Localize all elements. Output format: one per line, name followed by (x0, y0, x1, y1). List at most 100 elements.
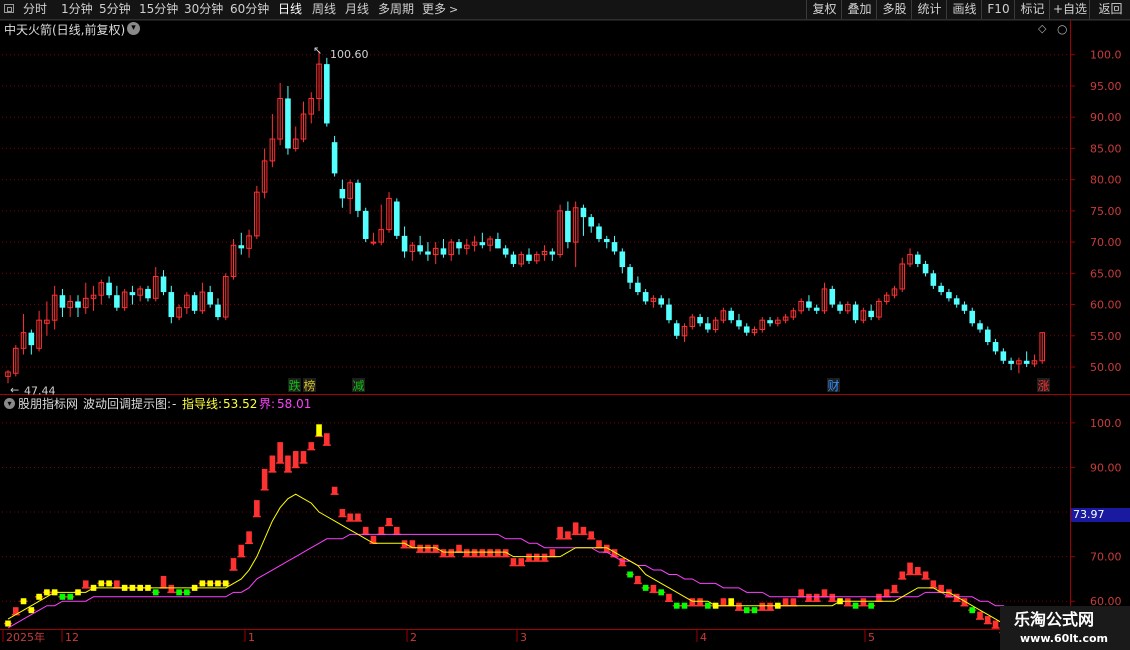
osc-bar (20, 598, 27, 605)
candle-body (324, 64, 330, 124)
osc-bar (922, 571, 929, 579)
osc-bar (907, 562, 913, 575)
osc-bar (152, 589, 159, 596)
candle-body (642, 292, 649, 302)
candle-body (417, 245, 423, 252)
osc-bar (425, 544, 431, 553)
osc-bar (518, 558, 525, 566)
osc-bar (821, 589, 828, 597)
osc-bar (899, 571, 906, 579)
guide-line (7, 493, 1012, 629)
osc-bar (984, 616, 991, 624)
osc-bar (782, 598, 789, 606)
date-axis-label: 2025年 (6, 630, 45, 644)
candle-body (930, 273, 937, 286)
osc-bar (681, 602, 688, 609)
osc-bar (28, 607, 35, 614)
candle-body (370, 241, 377, 244)
candle-body (191, 295, 198, 311)
candle-body (837, 304, 843, 311)
event-marker: 涨 (1037, 378, 1049, 393)
osc-bar (572, 522, 579, 535)
event-marker: 榜 (303, 378, 315, 393)
osc-bar (557, 526, 563, 539)
osc-bar (813, 593, 820, 602)
osc-axis-label: 90.00 (1090, 461, 1122, 474)
osc-bar (977, 611, 983, 620)
candle-body (59, 295, 66, 308)
watermark-url: www.60lt.com (1020, 632, 1109, 645)
candle-body (549, 251, 556, 255)
osc-bar (580, 526, 587, 535)
price-axis-label: 90.00 (1090, 111, 1122, 124)
candle-body (456, 242, 462, 249)
candle-body (813, 307, 820, 311)
osc-bar (36, 593, 42, 600)
candle-body (697, 317, 703, 324)
osc-axis-label: 70.00 (1090, 551, 1122, 564)
osc-bar (347, 513, 353, 521)
candle-body (355, 182, 361, 211)
osc-bar (627, 571, 633, 578)
osc-bar (246, 531, 252, 544)
candle-body (565, 210, 571, 243)
candle-body (868, 310, 874, 318)
osc-bar (215, 580, 221, 587)
osc-bar (176, 589, 182, 596)
osc-bar (308, 442, 315, 450)
osc-bar (160, 575, 167, 588)
candle-body (736, 320, 742, 327)
osc-bar (596, 540, 602, 548)
candle-body (953, 298, 960, 305)
candle-body (946, 292, 952, 299)
watermark: 乐淘公式网 www.60lt.com (1000, 606, 1130, 650)
osc-bar (673, 602, 680, 609)
candle-body (938, 285, 944, 293)
osc-bar (277, 442, 283, 463)
date-axis-label: 1 (248, 631, 255, 644)
candle-body (806, 301, 812, 308)
candle-body (285, 98, 291, 149)
candle-body (479, 242, 486, 246)
price-axis-label: 80.00 (1090, 174, 1122, 187)
date-axis-label: 5 (868, 631, 875, 644)
osc-bar (285, 455, 291, 472)
candle-body (961, 304, 968, 311)
current-value-text: 73.97 (1073, 508, 1105, 521)
current-value-marker: 73.97 (1071, 508, 1130, 522)
candle-body (619, 251, 626, 268)
osc-bar (331, 486, 338, 495)
osc-bar (526, 553, 532, 562)
osc-bar (728, 598, 734, 606)
osc-bar (168, 584, 175, 593)
osc-bar (720, 598, 727, 606)
price-axis-label: 75.00 (1090, 205, 1122, 218)
osc-bar (82, 580, 89, 588)
osc-bar (650, 584, 657, 593)
osc-bar (417, 544, 423, 553)
osc-bar (463, 549, 470, 557)
candle-body (666, 304, 672, 321)
osc-bar (487, 549, 493, 557)
price-axis-label: 55.00 (1090, 330, 1122, 343)
high-arrow-icon: ↖ (313, 44, 322, 57)
osc-axis-label: 100.0 (1090, 417, 1122, 430)
candle-body (611, 242, 618, 252)
candle-body (495, 238, 501, 249)
osc-bar (510, 558, 517, 566)
low-price-label: 47.44 (24, 384, 56, 397)
osc-bar (992, 620, 999, 628)
osc-bar (829, 593, 836, 602)
candle-body (635, 282, 641, 293)
candle-body (106, 282, 112, 296)
low-arrow-icon: ← (10, 383, 19, 396)
osc-bar (860, 598, 867, 606)
osc-bar (238, 544, 245, 557)
price-axis-label: 95.00 (1090, 80, 1122, 93)
candle-body (969, 310, 976, 324)
candle-body (425, 251, 431, 255)
candle-body (207, 292, 213, 305)
osc-bar (44, 589, 50, 596)
osc-bar (471, 549, 478, 557)
osc-bar (261, 468, 268, 490)
